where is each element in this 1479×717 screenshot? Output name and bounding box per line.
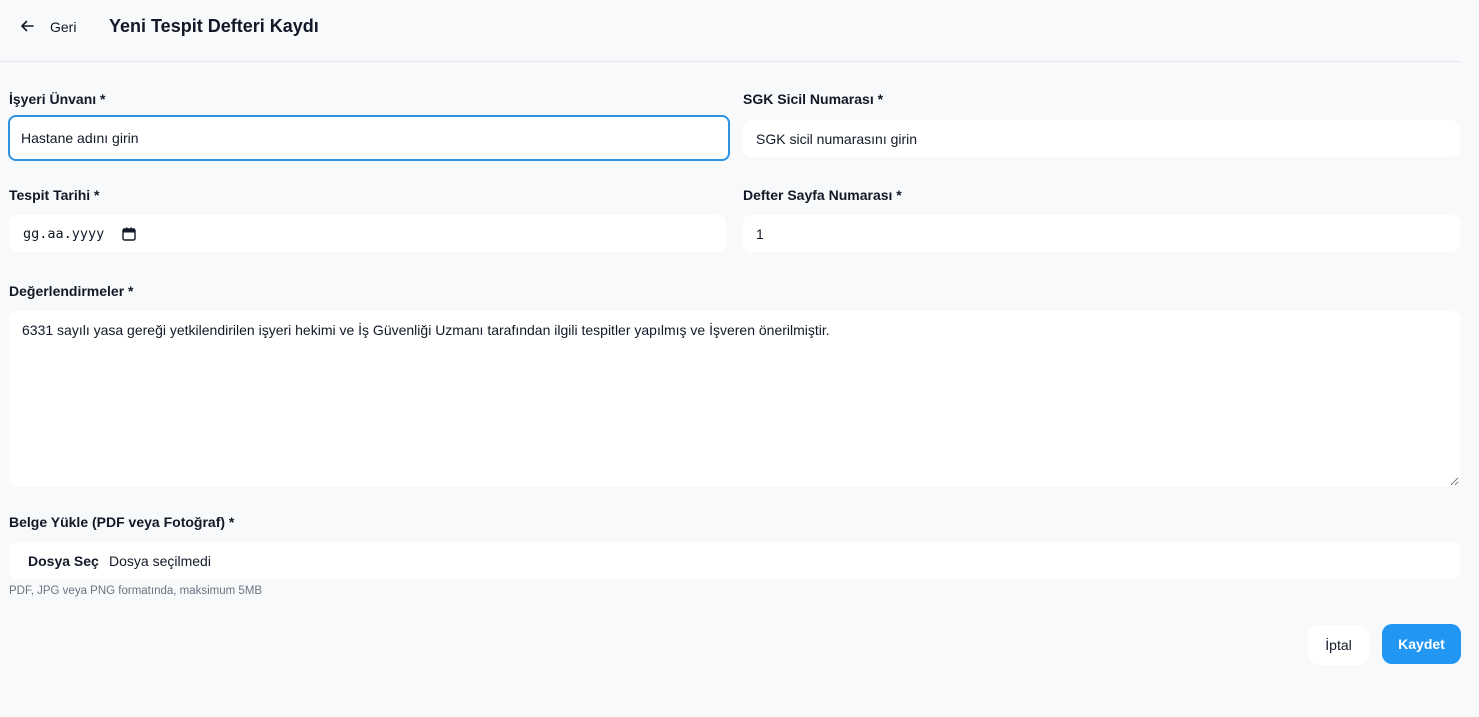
page-header: Geri Yeni Tespit Defteri Kaydı <box>0 0 1461 62</box>
page-title: Yeni Tespit Defteri Kaydı <box>109 16 319 36</box>
back-button[interactable]: Geri <box>20 14 76 40</box>
workplace-input[interactable] <box>8 115 730 161</box>
arrow-left-icon <box>20 19 34 36</box>
calendar-icon[interactable] <box>122 227 136 241</box>
evaluation-textarea[interactable]: 6331 sayılı yasa gereği yetkilendirilen … <box>9 311 1460 487</box>
date-placeholder: gg.aa.yyyy <box>23 226 105 242</box>
date-input[interactable]: gg.aa.yyyy <box>9 215 726 252</box>
cancel-button[interactable]: İptal <box>1308 625 1369 665</box>
upload-label: Belge Yükle (PDF veya Fotoğraf) * <box>9 514 235 530</box>
file-status-text: Dosya seçilmedi <box>109 553 211 569</box>
save-button[interactable]: Kaydet <box>1382 624 1461 664</box>
back-label: Geri <box>50 19 77 35</box>
page-number-input[interactable] <box>743 215 1460 252</box>
sgk-input[interactable] <box>743 120 1460 157</box>
file-upload-input[interactable]: Dosya Seç Dosya seçilmedi <box>9 542 1460 579</box>
date-label: Tespit Tarihi * <box>9 187 100 203</box>
page-number-label: Defter Sayfa Numarası * <box>743 187 902 203</box>
upload-hint: PDF, JPG veya PNG formatında, maksimum 5… <box>9 585 263 597</box>
sgk-label: SGK Sicil Numarası * <box>743 91 884 107</box>
evaluation-label: Değerlendirmeler * <box>9 283 134 299</box>
choose-file-button[interactable]: Dosya Seç <box>28 553 99 569</box>
workplace-label: İşyeri Ünvanı * <box>9 91 106 107</box>
